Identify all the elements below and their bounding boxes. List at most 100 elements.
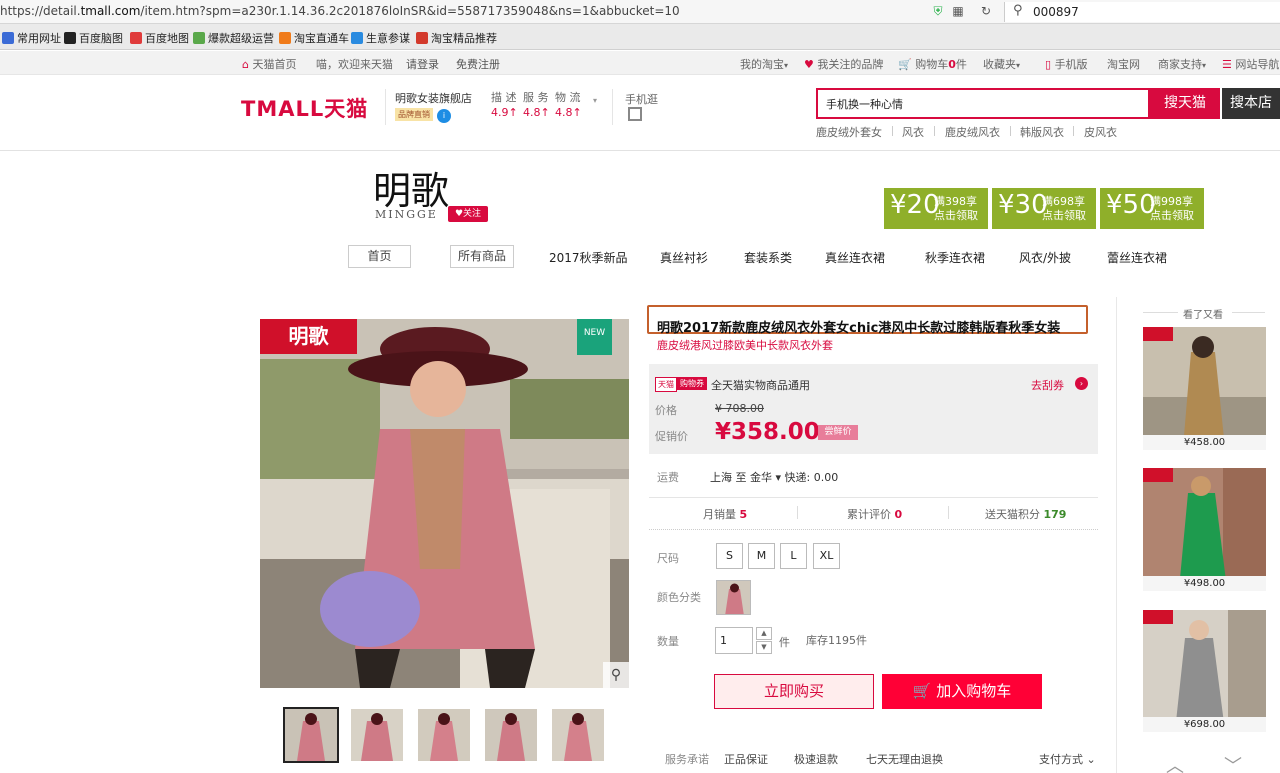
arrow-up-icon: ↑ — [572, 106, 582, 119]
baidu-icon — [64, 32, 76, 44]
service-item[interactable]: 正品保证 — [724, 751, 768, 767]
quantity-increase[interactable]: ▲ — [756, 627, 772, 640]
topnav-my-taobao[interactable]: 我的淘宝▾ — [740, 56, 788, 72]
qr-code-icon[interactable] — [628, 107, 642, 121]
shopnav-all-products[interactable]: 所有商品 — [450, 245, 514, 268]
hot-keyword[interactable]: 鹿皮绒风衣 — [945, 124, 1000, 140]
topnav-taobao[interactable]: 淘宝网 — [1107, 56, 1140, 72]
thumbnail-photo — [285, 709, 337, 761]
shopnav-item[interactable]: 秋季连衣裙 — [925, 249, 985, 266]
bookmark-item[interactable]: 百度脑图 — [64, 30, 123, 46]
bookmark-item[interactable]: 爆款超级运营 — [193, 30, 274, 46]
shopnav-item[interactable]: 真丝连衣裙 — [825, 249, 885, 266]
thumbnail[interactable] — [283, 707, 339, 763]
chevron-up-icon[interactable]: ︿ — [1166, 752, 1184, 773]
payment-methods[interactable]: 支付方式 ⌄ — [1039, 751, 1096, 767]
browser-search-box[interactable]: ⚲ 000897 — [1004, 2, 1280, 22]
shopnav-item[interactable]: 套装系类 — [744, 249, 792, 266]
chevron-right-icon[interactable]: › — [1075, 377, 1088, 390]
shopnav-item[interactable]: 真丝衬衫 — [660, 249, 708, 266]
home-icon: ⌂ — [242, 58, 249, 71]
qr-code-icon[interactable]: ▦ — [950, 3, 966, 19]
review-count[interactable]: 累计评价 0 — [847, 506, 902, 522]
bookmark-item[interactable]: 淘宝精品推荐 — [416, 30, 497, 46]
size-option[interactable]: S — [716, 543, 743, 569]
score-logistics: 4.8↑ — [555, 106, 582, 119]
chevron-down-icon[interactable]: ▾ — [593, 96, 597, 105]
tmall-logo[interactable]: TMALL天猫 — [241, 93, 368, 123]
thumbnail[interactable] — [485, 709, 537, 761]
recommend-photo — [1143, 327, 1266, 448]
price-label: 价格 — [655, 404, 677, 417]
divider — [1116, 297, 1117, 773]
size-option[interactable]: XL — [813, 543, 840, 569]
bookmark-item[interactable]: 淘宝直通车 — [279, 30, 349, 46]
score-desc: 4.9↑ — [491, 106, 518, 119]
coupon-30[interactable]: ¥30 满698享 点击领取 — [992, 188, 1096, 229]
recommend-price: ¥498.00 — [1143, 576, 1266, 591]
thumbnail[interactable] — [351, 709, 403, 761]
bookmark-item[interactable]: 常用网址 — [2, 30, 61, 46]
bookmark-item[interactable]: 生意参谋 — [351, 30, 410, 46]
size-option[interactable]: M — [748, 543, 775, 569]
coupon-50[interactable]: ¥50 满998享 点击领取 — [1100, 188, 1204, 229]
coupon-amount: ¥30 — [998, 190, 1048, 220]
shield-icon[interactable]: ⛨ — [930, 3, 946, 19]
topnav-cart[interactable]: 🛒 购物车0件 — [898, 56, 967, 72]
chevron-down-icon[interactable]: ﹀ — [1224, 752, 1242, 773]
shop-name[interactable]: 明歌女装旗舰店 — [395, 90, 472, 106]
topnav-sitenav[interactable]: ☰ 网站导航 — [1222, 56, 1279, 72]
thumbnail-photo — [418, 709, 470, 761]
topnav-home[interactable]: ⌂ 天猫首页 — [242, 56, 296, 72]
divider — [1010, 126, 1011, 136]
coupon-link[interactable]: 去刮券 — [1031, 377, 1064, 393]
product-main-image[interactable]: 明歌 NEW ⚲ — [260, 319, 629, 688]
topnav-brands[interactable]: ♥ 我关注的品牌 — [804, 56, 883, 72]
url-field[interactable]: https://detail.tmall.com/item.htm?spm=a2… — [0, 4, 680, 18]
chevron-down-icon: ▾ — [1016, 61, 1021, 70]
tmall-top-nav: ⌂ 天猫首页 喵，欢迎来天猫 请登录 免费注册 我的淘宝▾ ♥ 我关注的品牌 🛒… — [0, 51, 1280, 75]
bookmark-item[interactable]: 百度地图 — [130, 30, 189, 46]
arrow-up-icon: ↑ — [540, 106, 550, 119]
brand-logo-cn[interactable]: 明歌 — [373, 160, 449, 215]
recommend-item[interactable] — [1143, 327, 1266, 448]
topnav-mobile[interactable]: ▯ 手机版 — [1045, 56, 1088, 72]
hot-keyword[interactable]: 皮风衣 — [1084, 124, 1117, 140]
topnav-login[interactable]: 请登录 — [406, 56, 439, 72]
add-to-cart-button[interactable]: 🛒 加入购物车 — [882, 674, 1042, 709]
thumbnail[interactable] — [552, 709, 604, 761]
topnav-favorites[interactable]: 收藏夹▾ — [983, 56, 1020, 72]
recommend-price: ¥458.00 — [1143, 435, 1266, 450]
thumbnail[interactable] — [418, 709, 470, 761]
quantity-input[interactable]: 1 — [715, 627, 753, 654]
size-option[interactable]: L — [780, 543, 807, 569]
shipping-info[interactable]: 上海 至 金华 ▾ 快递: 0.00 — [710, 469, 838, 485]
shopnav-item[interactable]: 2017秋季新品 — [549, 249, 628, 266]
follow-button[interactable]: ♥关注 — [448, 206, 488, 222]
search-input[interactable] — [818, 90, 1148, 117]
search-shop-button[interactable]: 搜本店 — [1222, 88, 1280, 119]
recommend-item[interactable] — [1143, 610, 1266, 731]
quantity-decrease[interactable]: ▼ — [756, 641, 772, 654]
recommend-item[interactable] — [1143, 468, 1266, 589]
shopnav-item[interactable]: 风衣/外披 — [1019, 249, 1071, 266]
divider — [1143, 312, 1178, 313]
zoom-icon[interactable]: ⚲ — [603, 662, 629, 688]
coupon-20[interactable]: ¥20 满398享 点击领取 — [884, 188, 988, 229]
product-subtitle: 鹿皮绒港风过膝欧美中长款风衣外套 — [657, 339, 833, 352]
topnav-register[interactable]: 免费注册 — [456, 56, 500, 72]
search-tmall-button[interactable]: 搜天猫 — [1150, 88, 1220, 119]
hot-keyword[interactable]: 鹿皮绒外套女 — [816, 124, 882, 140]
topnav-merchant[interactable]: 商家支持▾ — [1158, 56, 1206, 72]
hot-keyword[interactable]: 韩版风衣 — [1020, 124, 1064, 140]
reload-icon[interactable]: ↻ — [978, 3, 994, 19]
shopnav-item[interactable]: 蕾丝连衣裙 — [1107, 249, 1167, 266]
color-swatch[interactable] — [716, 580, 751, 615]
divider — [1232, 312, 1265, 313]
service-item[interactable]: 极速退款 — [794, 751, 838, 767]
buy-now-button[interactable]: 立即购买 — [714, 674, 874, 709]
mobile-browse-label: 手机逛 — [625, 93, 658, 106]
shopnav-home[interactable]: 首页 — [348, 245, 411, 268]
service-item[interactable]: 七天无理由退换 — [866, 751, 943, 767]
hot-keyword[interactable]: 风衣 — [902, 124, 924, 140]
